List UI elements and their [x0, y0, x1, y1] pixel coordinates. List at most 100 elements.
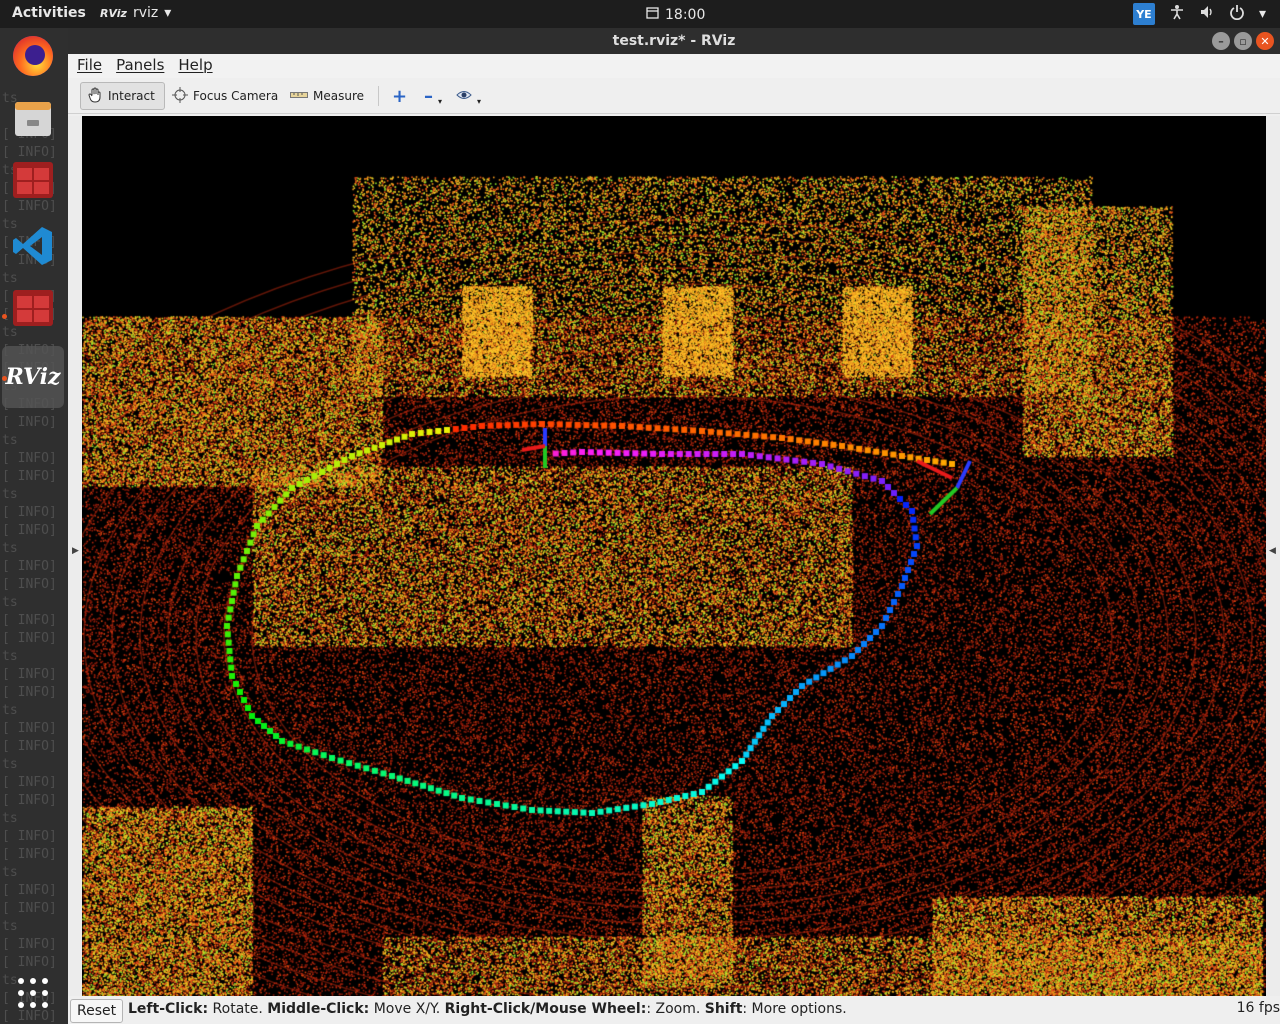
hint-key: Right-Click/Mouse Wheel:: [444, 1001, 647, 1017]
right-dock-collapse[interactable]: ◀: [1266, 116, 1280, 996]
focus-camera-label: Focus Camera: [193, 89, 279, 103]
hint-action: : More options.: [742, 1001, 847, 1017]
accessibility-icon[interactable]: [1169, 4, 1185, 24]
clock-time: 18:00: [665, 6, 706, 23]
clock[interactable]: 18:00: [646, 6, 705, 23]
terminal-red-icon[interactable]: [9, 156, 57, 204]
hint-action: Move X/Y.: [369, 1001, 445, 1017]
calendar-icon: [646, 6, 659, 23]
menu-bar: File Panels Help: [68, 54, 1280, 78]
terminal-line: [ INFO]: [2, 577, 57, 592]
terminal-line: [ INFO]: [2, 775, 57, 790]
terminal-line: [ INFO]: [2, 829, 57, 844]
terminal-red-icon-2[interactable]: [9, 284, 57, 332]
firefox-icon[interactable]: [9, 32, 57, 80]
terminal-line: ts: [2, 595, 18, 610]
plus-icon: +: [392, 85, 408, 107]
rviz-window: test.rviz* - RViz – ▫ ✕ File Panels Help…: [68, 28, 1280, 1024]
terminal-line: [ INFO]: [2, 613, 57, 628]
terminal-line: ts: [2, 487, 18, 502]
reset-button[interactable]: Reset: [70, 999, 124, 1023]
app-menu-label: rviz: [132, 5, 159, 21]
mouse-hint-text: Left-Click: Rotate. Middle-Click: Move X…: [128, 1001, 847, 1017]
terminal-line: [ INFO]: [2, 1009, 57, 1024]
app-menu[interactable]: RViz rviz ▾: [100, 5, 171, 21]
terminal-line: [ INFO]: [2, 451, 57, 466]
add-tool-button[interactable]: +: [386, 82, 413, 110]
terminal-line: [ INFO]: [2, 469, 57, 484]
gnome-top-bar: Activities RViz rviz ▾ 18:00 YE ▾: [0, 0, 1280, 28]
hand-icon: [87, 86, 103, 106]
eye-icon: [456, 89, 472, 104]
rviz-app-icon: RViz: [100, 6, 127, 20]
terminal-line: [ INFO]: [2, 955, 57, 970]
hint-key: Shift: [704, 1001, 743, 1017]
focus-camera-button[interactable]: Focus Camera: [166, 82, 284, 110]
show-applications-icon[interactable]: [16, 976, 48, 1008]
crosshair-icon: [172, 86, 188, 106]
hint-action: : Zoom.: [646, 1001, 705, 1017]
terminal-line: ts: [2, 541, 18, 556]
terminal-line: ts: [2, 649, 18, 664]
terminal-line: [ INFO]: [2, 847, 57, 862]
terminal-line: [ INFO]: [2, 631, 57, 646]
ubuntu-dock: ts [ INFO] [ INFO] ts [ INFO] [ INFO] ts [ INF…: [0, 28, 68, 1024]
measure-button[interactable]: Measure: [284, 82, 370, 110]
activities-button[interactable]: Activities: [12, 5, 86, 21]
ruler-icon: [290, 89, 308, 103]
triangle-right-icon: ▶: [72, 546, 79, 556]
3d-render-view[interactable]: [82, 116, 1266, 996]
rviz-dock-icon[interactable]: RViz: [5, 353, 60, 401]
window-title: test.rviz* - RViz: [612, 33, 736, 49]
terminal-line: [ INFO]: [2, 505, 57, 520]
minus-icon: –: [424, 85, 433, 107]
fps-counter: 16 fps: [1236, 1000, 1280, 1016]
close-icon[interactable]: ✕: [1256, 32, 1274, 50]
terminal-line: [ INFO]: [2, 559, 57, 574]
terminal-line: [ INFO]: [2, 793, 57, 808]
chevron-down-icon[interactable]: ▾: [1259, 6, 1266, 22]
terminal-line: [ INFO]: [2, 937, 57, 952]
hint-key: Middle-Click:: [267, 1001, 370, 1017]
terminal-line: [ INFO]: [2, 667, 57, 682]
terminal-line: [ INFO]: [2, 523, 57, 538]
status-bar: Reset Left-Click: Rotate. Middle-Click: …: [68, 996, 1280, 1024]
volume-icon[interactable]: [1199, 4, 1215, 24]
interact-tool-button[interactable]: Interact: [80, 82, 165, 110]
tool-bar: Interact Focus Camera Measure + – ▾ ▾: [68, 78, 1280, 114]
minimize-icon[interactable]: –: [1212, 32, 1230, 50]
dropdown-arrow-icon: ▾: [438, 96, 443, 106]
window-titlebar[interactable]: test.rviz* - RViz – ▫ ✕: [68, 28, 1280, 54]
menu-panels[interactable]: Panels: [116, 56, 164, 78]
terminal-line: ts: [2, 865, 18, 880]
terminal-line: [ INFO]: [2, 721, 57, 736]
tool-properties-button[interactable]: ▾: [450, 82, 487, 110]
triangle-left-icon: ◀: [1269, 546, 1276, 556]
running-indicator: [2, 314, 7, 319]
hint-action: Rotate.: [208, 1001, 268, 1017]
maximize-icon[interactable]: ▫: [1234, 32, 1252, 50]
left-dock-collapse[interactable]: ▶: [68, 116, 82, 996]
terminal-line: [ INFO]: [2, 883, 57, 898]
running-indicator: [2, 376, 7, 381]
remove-tool-button[interactable]: – ▾: [418, 82, 448, 110]
chevron-down-icon: ▾: [164, 5, 172, 21]
terminal-line: [ INFO]: [2, 685, 57, 700]
vscode-icon[interactable]: [9, 222, 57, 270]
terminal-line: ts: [2, 433, 18, 448]
terminal-line: ts: [2, 919, 18, 934]
terminal-line: [ INFO]: [2, 901, 57, 916]
dropdown-arrow-icon: ▾: [477, 96, 482, 106]
power-icon[interactable]: [1229, 4, 1245, 24]
point-cloud-canvas[interactable]: [82, 116, 1266, 996]
terminal-line: ts: [2, 757, 18, 772]
files-icon[interactable]: [9, 94, 57, 142]
measure-label: Measure: [313, 89, 364, 103]
input-method-icon[interactable]: YE: [1132, 3, 1155, 25]
interact-label: Interact: [108, 89, 155, 103]
terminal-line: ts: [2, 703, 18, 718]
menu-help[interactable]: Help: [178, 56, 212, 78]
menu-file[interactable]: File: [77, 56, 102, 78]
system-tray[interactable]: YE ▾: [1132, 3, 1266, 25]
terminal-line: ts: [2, 811, 18, 826]
